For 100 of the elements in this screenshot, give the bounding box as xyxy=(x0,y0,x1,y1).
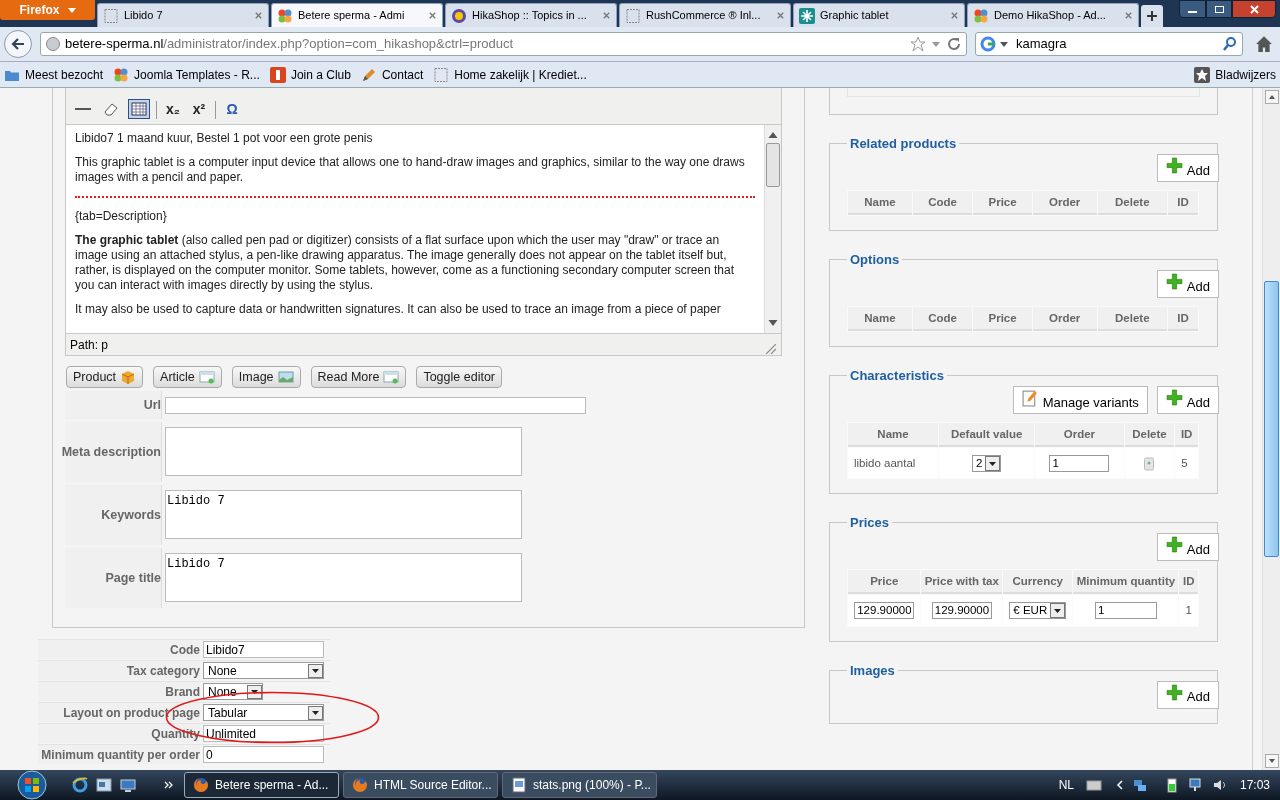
editor-button[interactable]: Read More xyxy=(310,366,407,388)
reload-icon[interactable] xyxy=(946,36,962,52)
browser-tab[interactable]: Betere sperma - Admi xyxy=(271,3,443,27)
add-button[interactable]: Add xyxy=(1156,270,1219,298)
caret-icon[interactable] xyxy=(1000,40,1008,48)
new-tab-button[interactable] xyxy=(1141,5,1163,27)
editor-button[interactable]: Product xyxy=(66,366,144,388)
scrollbar[interactable] xyxy=(764,125,781,333)
minimize-button[interactable] xyxy=(1179,0,1206,18)
keyboard-icon[interactable] xyxy=(1085,779,1102,791)
action-button[interactable]: Manage variants xyxy=(1012,386,1148,414)
scroll-thumb[interactable] xyxy=(766,143,780,187)
bookmark-item[interactable]: Contact xyxy=(360,65,424,84)
taskbar-button[interactable]: HTML Source Editor... xyxy=(343,772,498,798)
chevron-left-icon[interactable] xyxy=(1115,780,1124,790)
field-label: Brand xyxy=(38,682,200,701)
close-icon[interactable] xyxy=(602,11,611,20)
add-button[interactable]: Add xyxy=(1156,680,1219,709)
search-icon[interactable] xyxy=(1222,36,1238,52)
text-field[interactable]: 0 xyxy=(203,746,324,763)
scroll-up-icon[interactable] xyxy=(1264,90,1279,104)
desktop-icon[interactable] xyxy=(120,777,136,793)
text-area[interactable]: Libido 7 xyxy=(165,490,522,539)
browser-tab[interactable]: HikaShop :: Topics in ... xyxy=(445,3,617,27)
add-button[interactable]: Add xyxy=(1156,154,1219,182)
resize-grip-icon[interactable] xyxy=(765,343,777,355)
close-icon[interactable] xyxy=(428,11,437,20)
star-icon[interactable] xyxy=(910,36,926,52)
scroll-down-icon[interactable] xyxy=(1264,754,1279,768)
plus-icon xyxy=(1165,273,1183,290)
home-icon[interactable] xyxy=(1255,35,1273,53)
close-icon[interactable] xyxy=(950,11,959,20)
add-button[interactable]: Add xyxy=(1156,533,1219,562)
tab-title: Demo HikaShop - Ad... xyxy=(994,8,1107,24)
address-bar[interactable]: betere-sperma.nl/administrator/index.php?option=com_hikashop&ctrl=product xyxy=(40,32,967,56)
dropdown[interactable]: None xyxy=(203,662,324,679)
taskbar-button[interactable]: stats.png (100%) - P... xyxy=(502,772,657,798)
column-header: Order xyxy=(1035,423,1124,447)
browser-tab[interactable]: Graphic tablet xyxy=(793,3,965,27)
browser-tab[interactable]: RushCommerce ® Inl... xyxy=(619,3,791,27)
column-header: Default value xyxy=(939,423,1035,447)
column-header: Price with tax xyxy=(921,570,1003,595)
browser-icon[interactable] xyxy=(72,777,88,793)
editor-paragraph: Libido7 1 maand kuur, Bestel 1 pot voor een grote penis xyxy=(75,131,374,146)
search-engine-icon xyxy=(980,36,996,52)
tab-title: RushCommerce ® Inl... xyxy=(646,8,762,24)
text-area[interactable]: Libido 7 xyxy=(165,553,522,602)
bookmark-item[interactable]: Home zakelijk | Krediet... xyxy=(433,65,587,84)
text-field[interactable]: 1 xyxy=(1049,455,1110,473)
text-field[interactable]: Libido7 xyxy=(203,641,324,658)
text-field[interactable] xyxy=(165,396,586,414)
column-header: Price xyxy=(848,570,921,595)
page-scrollbar[interactable] xyxy=(1262,88,1280,770)
chevron-icon[interactable] xyxy=(164,780,174,790)
toolbar-button[interactable]: x² xyxy=(189,99,209,119)
scroll-thumb[interactable] xyxy=(1264,281,1279,557)
table-cell: libido aantal xyxy=(854,457,916,469)
text-field[interactable]: 129.90000 xyxy=(854,602,915,620)
start-button[interactable] xyxy=(14,770,50,800)
back-button[interactable] xyxy=(4,30,32,58)
network-icon[interactable] xyxy=(1131,777,1148,793)
pen-icon xyxy=(360,66,377,83)
editor-button[interactable]: Article xyxy=(153,366,222,388)
bookmarks-menu[interactable]: Bladwijzers xyxy=(1194,65,1276,84)
taskbar-button[interactable]: Betere sperma - Ad... xyxy=(184,772,339,798)
dropdown[interactable]: Tabular xyxy=(203,704,324,721)
toolbar-button[interactable]: x₂ xyxy=(163,99,183,119)
maximize-button[interactable] xyxy=(1206,0,1232,18)
search-field[interactable]: kamagra xyxy=(975,32,1243,56)
network-icon[interactable] xyxy=(1187,777,1204,793)
editor-button[interactable]: Toggle editor xyxy=(416,366,502,388)
close-icon[interactable] xyxy=(1124,11,1133,20)
close-icon[interactable] xyxy=(254,11,263,20)
column-header: Delete xyxy=(1124,423,1175,447)
close-icon xyxy=(1249,4,1259,14)
add-button[interactable]: Add xyxy=(1156,386,1219,414)
tab-title: Libido 7 xyxy=(124,8,164,24)
window-icon[interactable] xyxy=(96,777,112,793)
close-button[interactable] xyxy=(1232,0,1276,18)
text-field[interactable]: 129.90000 xyxy=(931,602,992,620)
toolbar-button[interactable]: Ω xyxy=(222,99,242,119)
toolbar-button[interactable] xyxy=(128,99,150,119)
text-field[interactable]: 1 xyxy=(1094,602,1157,620)
bookmark-item[interactable]: Meest bezocht xyxy=(4,65,104,84)
dropdown[interactable]: 2 xyxy=(971,455,1002,473)
bookmark-item[interactable]: Joomla Templates - R... xyxy=(113,65,260,84)
text-field[interactable]: Unlimited xyxy=(203,725,324,742)
speaker-icon[interactable] xyxy=(1211,777,1228,793)
browser-tab[interactable]: Libido 7 xyxy=(97,3,269,27)
language-indicator[interactable]: NL xyxy=(1058,776,1074,794)
page-icon xyxy=(433,66,450,83)
page-icon xyxy=(625,7,641,24)
close-icon[interactable] xyxy=(776,11,785,20)
url-path: /administrator/index.php?option=com_hikashop&ctrl=product xyxy=(163,35,514,54)
dropdown[interactable]: € EUR xyxy=(1009,602,1067,620)
browser-tab[interactable]: Demo HikaShop - Ad... xyxy=(967,3,1139,27)
column-header: ID xyxy=(1179,570,1198,595)
clock[interactable]: 17:03 xyxy=(1239,776,1270,794)
bookmark-item[interactable]: Join a Club xyxy=(269,65,351,84)
editor-button[interactable]: Image xyxy=(231,366,301,388)
